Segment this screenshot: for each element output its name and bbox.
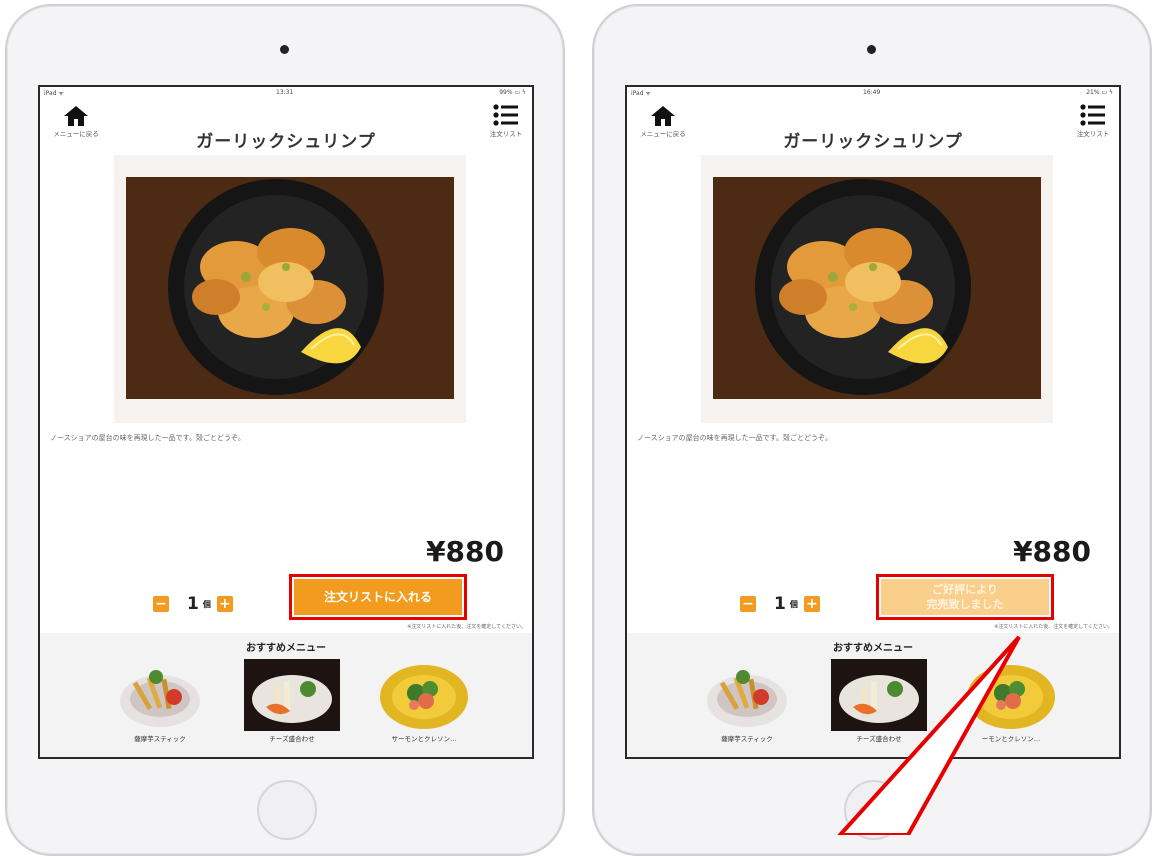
recommended-item-label: 薩摩芋スティック xyxy=(134,735,186,743)
device-home-button xyxy=(257,780,317,840)
product-photo xyxy=(126,177,454,399)
battery-indicator: 21% ▭ ϟ xyxy=(1086,89,1113,96)
decrease-quantity-button[interactable]: − xyxy=(153,596,169,612)
recommended-item-label: ーモンとクレソン… xyxy=(981,735,1041,743)
list-icon xyxy=(493,104,518,126)
home-icon xyxy=(651,106,675,126)
ipad-frame-left: iPad ᯤ 13:31 99% ▭ ϟ メニューに戻る ガーリックシュリンプ … xyxy=(5,4,565,856)
product-description: ノースショアの屋台の味を再現した一品です。殻ごとどうぞ。 xyxy=(50,434,245,442)
home-icon xyxy=(64,106,88,126)
list-icon xyxy=(1080,104,1105,126)
product-description: ノースショアの屋台の味を再現した一品です。殻ごとどうぞ。 xyxy=(637,434,832,442)
app-screen-left: iPad ᯤ 13:31 99% ▭ ϟ メニューに戻る ガーリックシュリンプ … xyxy=(38,85,534,759)
page-title: ガーリックシュリンプ xyxy=(783,132,963,152)
quantity-stepper: − 1 個 + xyxy=(153,593,233,615)
recommended-thumbnail xyxy=(112,659,208,731)
status-bar: iPad ᯤ 13:31 99% ▭ ϟ xyxy=(40,87,532,99)
recommended-item[interactable]: チーズ盛合わせ xyxy=(831,659,927,743)
clock: 13:31 xyxy=(276,89,294,96)
recommended-item-label: チーズ盛合わせ xyxy=(856,735,902,743)
order-note: ※注文リストに入れた後、注文を確定してください。 xyxy=(994,624,1113,630)
recommended-item-label: 薩摩芋スティック xyxy=(721,735,773,743)
highlight-box: 注文リストに入れる xyxy=(289,574,467,620)
order-list-label: 注文リスト xyxy=(489,130,523,138)
order-note: ※注文リストに入れた後、注文を確定してください。 xyxy=(407,624,526,630)
recommended-thumbnail xyxy=(963,659,1059,731)
product-price: ¥880 xyxy=(426,535,504,568)
decrease-quantity-button[interactable]: − xyxy=(740,596,756,612)
product-price: ¥880 xyxy=(1013,535,1091,568)
increase-quantity-button[interactable]: + xyxy=(216,596,233,612)
product-photo-card xyxy=(701,155,1053,423)
sold-out-line-1: ご好評により xyxy=(932,583,998,596)
increase-quantity-button[interactable]: + xyxy=(803,596,820,612)
order-list-button[interactable]: 注文リスト xyxy=(484,103,528,143)
quantity-value: 1 xyxy=(774,594,786,614)
order-list-button[interactable]: 注文リスト xyxy=(1071,103,1115,143)
product-photo xyxy=(713,177,1041,399)
status-bar: iPad ᯤ 16:49 21% ▭ ϟ xyxy=(627,87,1119,99)
sold-out-line-2: 完売致しました xyxy=(926,598,1004,611)
recommended-menu: おすすめメニュー 薩摩芋スティック xyxy=(40,633,532,757)
quantity-value: 1 xyxy=(187,594,199,614)
recommended-title: おすすめメニュー xyxy=(246,643,326,654)
recommended-thumbnail xyxy=(699,659,795,731)
recommended-item[interactable]: 薩摩芋スティック xyxy=(112,659,208,743)
recommended-item[interactable]: ーモンとクレソン… xyxy=(963,659,1059,743)
quantity-stepper: − 1 個 + xyxy=(740,593,820,615)
add-to-order-list-button[interactable]: 注文リストに入れる xyxy=(294,579,462,615)
sold-out-button: ご好評により 完売致しました xyxy=(881,579,1049,615)
recommended-item-label: チーズ盛合わせ xyxy=(269,735,315,743)
device-home-button xyxy=(844,780,904,840)
camera-dot xyxy=(867,45,876,54)
highlight-box: ご好評により 完売致しました xyxy=(876,574,1054,620)
order-list-label: 注文リスト xyxy=(1076,130,1110,138)
product-photo-card xyxy=(114,155,466,423)
carrier-label: iPad ᯤ xyxy=(44,90,64,97)
carrier-label: iPad ᯤ xyxy=(631,90,651,97)
page-title: ガーリックシュリンプ xyxy=(196,132,376,152)
recommended-thumbnail xyxy=(376,659,472,731)
recommended-item[interactable]: 薩摩芋スティック xyxy=(699,659,795,743)
recommended-item[interactable]: サーモンとクレソン… xyxy=(376,659,472,743)
clock: 16:49 xyxy=(863,89,881,96)
ipad-frame-right: iPad ᯤ 16:49 21% ▭ ϟ メニューに戻る ガーリックシュリンプ … xyxy=(592,4,1152,856)
recommended-thumbnail xyxy=(244,659,340,731)
recommended-title: おすすめメニュー xyxy=(833,643,913,654)
quantity-unit: 個 xyxy=(789,599,798,609)
quantity-unit: 個 xyxy=(202,599,211,609)
app-screen-right: iPad ᯤ 16:49 21% ▭ ϟ メニューに戻る ガーリックシュリンプ … xyxy=(625,85,1121,759)
recommended-item[interactable]: チーズ盛合わせ xyxy=(244,659,340,743)
recommended-thumbnail xyxy=(831,659,927,731)
recommended-menu: おすすめメニュー 薩摩芋スティック xyxy=(627,633,1119,757)
camera-dot xyxy=(280,45,289,54)
battery-indicator: 99% ▭ ϟ xyxy=(499,89,526,96)
recommended-item-label: サーモンとクレソン… xyxy=(391,735,457,743)
